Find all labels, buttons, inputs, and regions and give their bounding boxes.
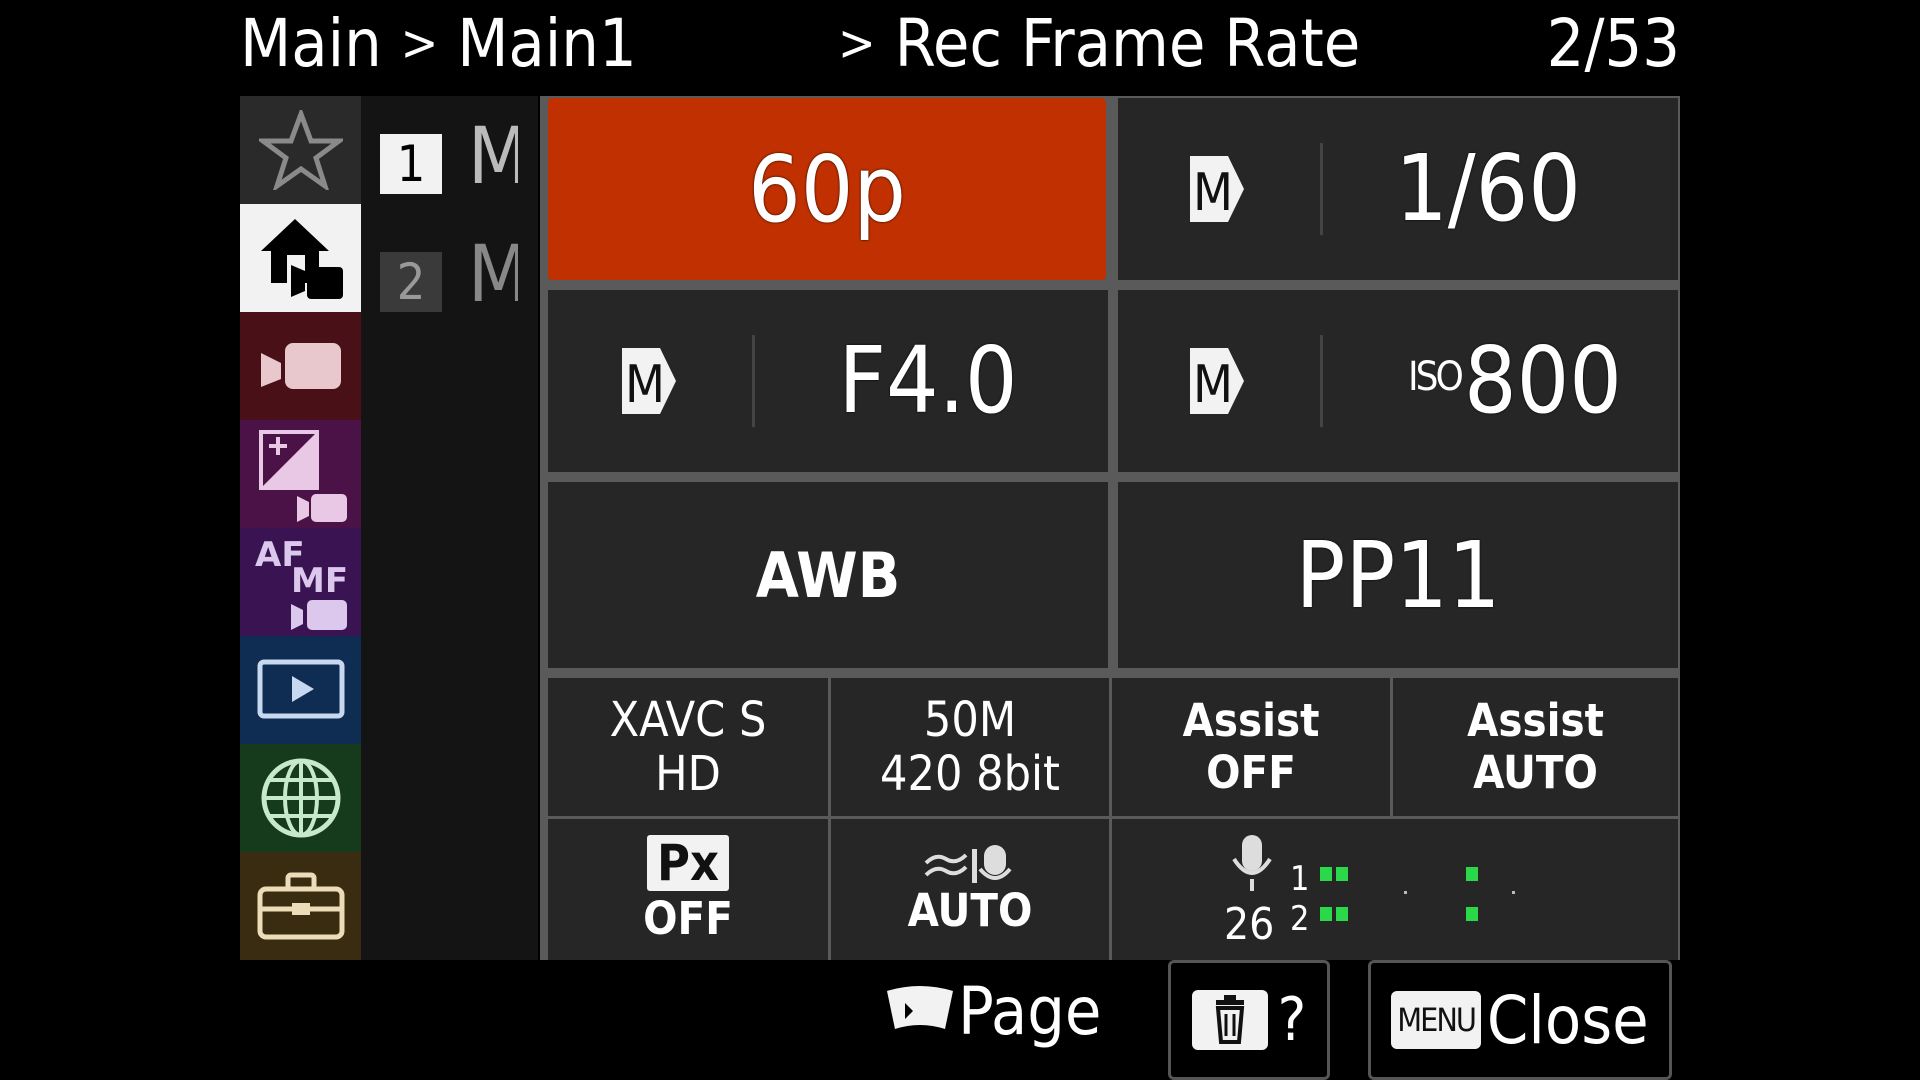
page-title: > Rec Frame Rate xyxy=(838,0,1360,96)
manual-mode-icon: M xyxy=(1190,156,1244,223)
subpage-number-1[interactable]: 1 xyxy=(380,134,442,194)
proxy-tile[interactable]: Px OFF xyxy=(548,819,828,960)
svg-text:MF: MF xyxy=(291,561,348,601)
white-balance-tile[interactable]: AWB xyxy=(548,482,1108,668)
help-label: ? xyxy=(1277,985,1307,1055)
audio-level-tile[interactable]: 26 1 2 xyxy=(1112,819,1678,960)
file-format-tile[interactable]: XAVC S HD xyxy=(548,678,828,816)
file-format-line1: XAVC S xyxy=(609,692,767,748)
assist1-line2: OFF xyxy=(1206,746,1296,799)
tab-my-menu[interactable] xyxy=(240,96,361,204)
audio-rec-level-tile[interactable]: AUTO xyxy=(831,819,1109,960)
close-button[interactable]: MENU Close xyxy=(1368,960,1672,1080)
breadcrumb-page: Main1 xyxy=(457,5,637,82)
shutter-speed-tile[interactable]: M M 1/60 xyxy=(1118,98,1678,280)
iso-value: 800 xyxy=(1464,327,1622,434)
display-assist-tile[interactable]: Assist AUTO xyxy=(1393,678,1678,816)
shutter-speed-value: 1/60 xyxy=(1395,135,1581,242)
frame-rate-value: 60p xyxy=(748,135,906,243)
svg-text:M: M xyxy=(625,355,665,415)
globe-icon xyxy=(261,758,340,838)
bitrate-line1: 50M xyxy=(923,692,1017,748)
svg-text:M: M xyxy=(1193,163,1233,223)
picture-profile-tile[interactable]: PP11 xyxy=(1118,482,1678,668)
subpage-label-1[interactable]: M xyxy=(468,112,518,202)
trash-icon xyxy=(1191,990,1268,1050)
microphone-icon xyxy=(1232,835,1272,891)
aperture-value: F4.0 xyxy=(838,327,1018,434)
record-setting-tile[interactable]: 50M 420 8bit xyxy=(831,678,1109,816)
subpage-number-2[interactable]: 2 xyxy=(380,252,442,312)
tab-setup[interactable] xyxy=(240,852,361,960)
exposure-icon xyxy=(258,430,347,522)
divider xyxy=(1320,143,1323,235)
manual-mode-icon: M xyxy=(1190,348,1244,415)
picture-profile-value: PP11 xyxy=(1295,521,1501,629)
page-counter: 2/53 xyxy=(1546,5,1680,82)
tab-network[interactable] xyxy=(240,744,361,852)
white-balance-value: AWB xyxy=(755,538,901,612)
breadcrumb-separator: > xyxy=(400,14,439,72)
gamma-assist-tile[interactable]: Assist OFF xyxy=(1112,678,1390,816)
tab-playback[interactable] xyxy=(240,636,361,744)
audio-meter xyxy=(1318,867,1518,939)
assist1-line1: Assist xyxy=(1182,694,1320,747)
file-format-line2: HD xyxy=(655,746,721,802)
delete-help-button[interactable]: ? xyxy=(1168,960,1330,1080)
page-dial-icon xyxy=(885,985,955,1037)
assist2-line1: Assist xyxy=(1467,694,1604,747)
iso-label: ISO xyxy=(1408,354,1464,400)
audio-channel-2: 2 xyxy=(1290,899,1310,939)
divider xyxy=(1320,335,1323,427)
af-mf-icon: AF MF xyxy=(255,535,348,630)
assist2-line2: AUTO xyxy=(1473,746,1598,799)
subpage-list xyxy=(361,96,538,960)
toolbox-icon xyxy=(257,872,344,940)
tab-exposure-color[interactable] xyxy=(240,420,361,528)
page-label[interactable]: Page xyxy=(958,972,1101,1052)
audio-channel-1: 1 xyxy=(1290,859,1310,899)
audio-mode-value: AUTO xyxy=(907,883,1033,937)
title-separator: > xyxy=(838,14,876,72)
proxy-icon: Px xyxy=(647,834,729,891)
proxy-value: OFF xyxy=(643,891,733,945)
tab-main[interactable] xyxy=(240,204,361,312)
divider xyxy=(752,335,755,427)
star-icon xyxy=(258,110,343,190)
breadcrumb: Main > Main1 xyxy=(240,0,637,96)
breadcrumb-root: Main xyxy=(240,5,382,82)
tab-focus[interactable]: AF MF xyxy=(240,528,361,636)
close-label: Close xyxy=(1486,981,1649,1059)
home-movie-icon xyxy=(260,219,343,299)
mic-level-icon xyxy=(924,844,1012,883)
item-title: Rec Frame Rate xyxy=(894,5,1361,82)
tab-shooting[interactable] xyxy=(240,312,361,420)
menu-button-icon: MENU xyxy=(1391,991,1481,1049)
aperture-tile[interactable]: M M F4.0 xyxy=(548,290,1108,472)
frame-rate-tile[interactable]: 60p xyxy=(548,98,1106,280)
subpage-label-2[interactable]: M xyxy=(468,230,518,320)
audio-level-value: 26 xyxy=(1224,899,1275,950)
movie-camera-icon xyxy=(260,343,341,389)
iso-tile[interactable]: M M ISO 800 xyxy=(1118,290,1678,472)
manual-mode-icon: M xyxy=(622,348,676,415)
svg-text:M: M xyxy=(1193,355,1233,415)
bitrate-line2: 420 8bit xyxy=(880,746,1060,802)
playback-icon xyxy=(257,659,344,719)
